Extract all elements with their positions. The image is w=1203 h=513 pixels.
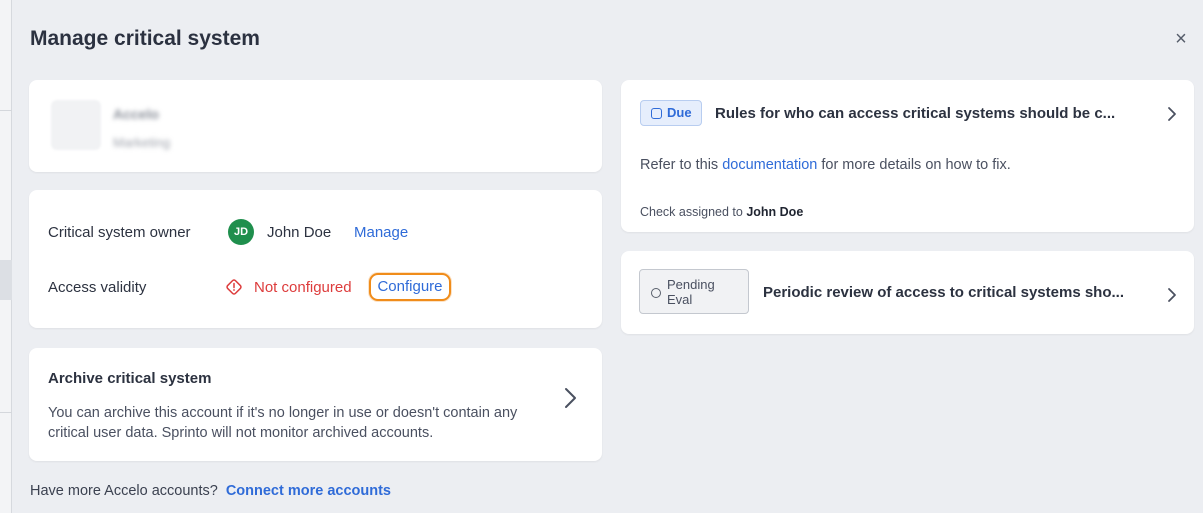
warning-diamond-icon — [226, 279, 242, 295]
close-icon[interactable]: × — [1170, 28, 1192, 50]
app-card: Accelo Marketing — [29, 80, 602, 172]
owner-access-card: Critical system owner JD John Doe Manage… — [29, 190, 602, 328]
check-card-rules[interactable]: Due Rules for who can access critical sy… — [621, 80, 1194, 232]
status-badge-label: Due — [667, 105, 692, 120]
app-category: Marketing — [113, 135, 171, 150]
manage-critical-system-modal: Manage critical system × Accelo Marketin… — [12, 0, 1203, 513]
avatar: JD — [228, 219, 254, 245]
app-logo — [51, 100, 101, 150]
check-description: Refer to this documentation for more det… — [640, 157, 1011, 173]
desc-suffix: for more details on how to fix. — [821, 157, 1011, 173]
owner-label: Critical system owner — [48, 224, 191, 241]
access-validity-label: Access validity — [48, 279, 147, 296]
chevron-right-icon[interactable] — [1166, 287, 1178, 303]
status-badge: Due — [640, 100, 702, 126]
status-badge: Pending Eval — [639, 269, 749, 314]
archive-card[interactable]: Archive critical system You can archive … — [29, 348, 602, 461]
background-block — [0, 260, 12, 300]
assigned-name: John Doe — [746, 205, 804, 219]
footer: Have more Accelo accounts? Connect more … — [30, 483, 391, 499]
clock-icon — [651, 288, 661, 298]
app-name: Accelo — [113, 106, 159, 122]
connect-more-accounts-link[interactable]: Connect more accounts — [226, 483, 391, 499]
archive-description: You can archive this account if it's no … — [48, 405, 518, 441]
owner-name: John Doe — [267, 224, 332, 241]
divider — [0, 110, 12, 111]
check-title: Periodic review of access to critical sy… — [763, 284, 1125, 301]
manage-owner-link[interactable]: Manage — [354, 224, 408, 241]
access-status: Not configured — [254, 279, 352, 296]
desc-prefix: Refer to this — [640, 157, 719, 173]
chevron-right-icon[interactable] — [1166, 106, 1178, 122]
check-title: Rules for who can access critical system… — [715, 105, 1116, 122]
configure-button[interactable]: Configure — [369, 273, 451, 301]
check-card-periodic-review[interactable]: Pending Eval Periodic review of access t… — [621, 251, 1194, 334]
documentation-link[interactable]: documentation — [722, 157, 817, 173]
background-page-strip — [0, 0, 12, 513]
modal-title: Manage critical system — [30, 27, 260, 50]
status-badge-label: Pending Eval — [667, 277, 715, 307]
assigned-prefix: Check assigned to — [640, 205, 743, 219]
chevron-right-icon[interactable] — [559, 386, 581, 410]
calendar-icon — [651, 108, 662, 119]
archive-title: Archive critical system — [48, 370, 212, 387]
check-assignee: Check assigned to John Doe — [640, 205, 803, 219]
divider — [0, 412, 12, 413]
footer-text: Have more Accelo accounts? — [30, 483, 218, 499]
